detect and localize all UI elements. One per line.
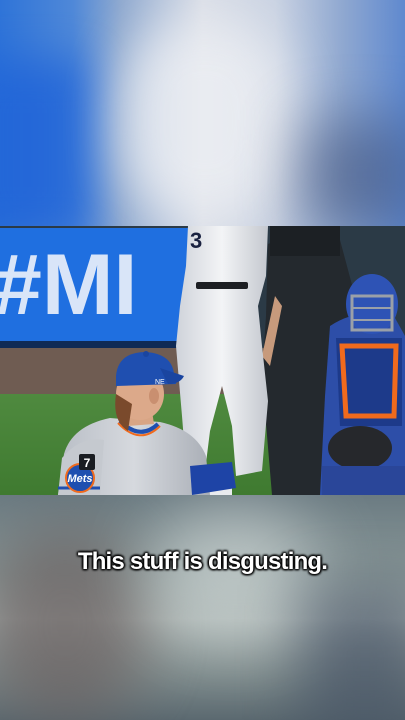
svg-text:NE: NE [155, 379, 165, 386]
blurred-background-bottom [0, 495, 405, 720]
mets-patch-text: Mets [67, 473, 92, 485]
subtitle-caption: This stuff is disgusting. [77, 548, 328, 575]
baseball-scene: #MI 3 Mets 7 NE [0, 226, 405, 495]
svg-text:3: 3 [190, 228, 202, 253]
billboard-text: #MI [0, 237, 137, 333]
blurred-background-top [0, 0, 405, 226]
number-patch-text: 7 [84, 456, 91, 470]
video-frame: #MI 3 Mets 7 NE [0, 226, 405, 495]
